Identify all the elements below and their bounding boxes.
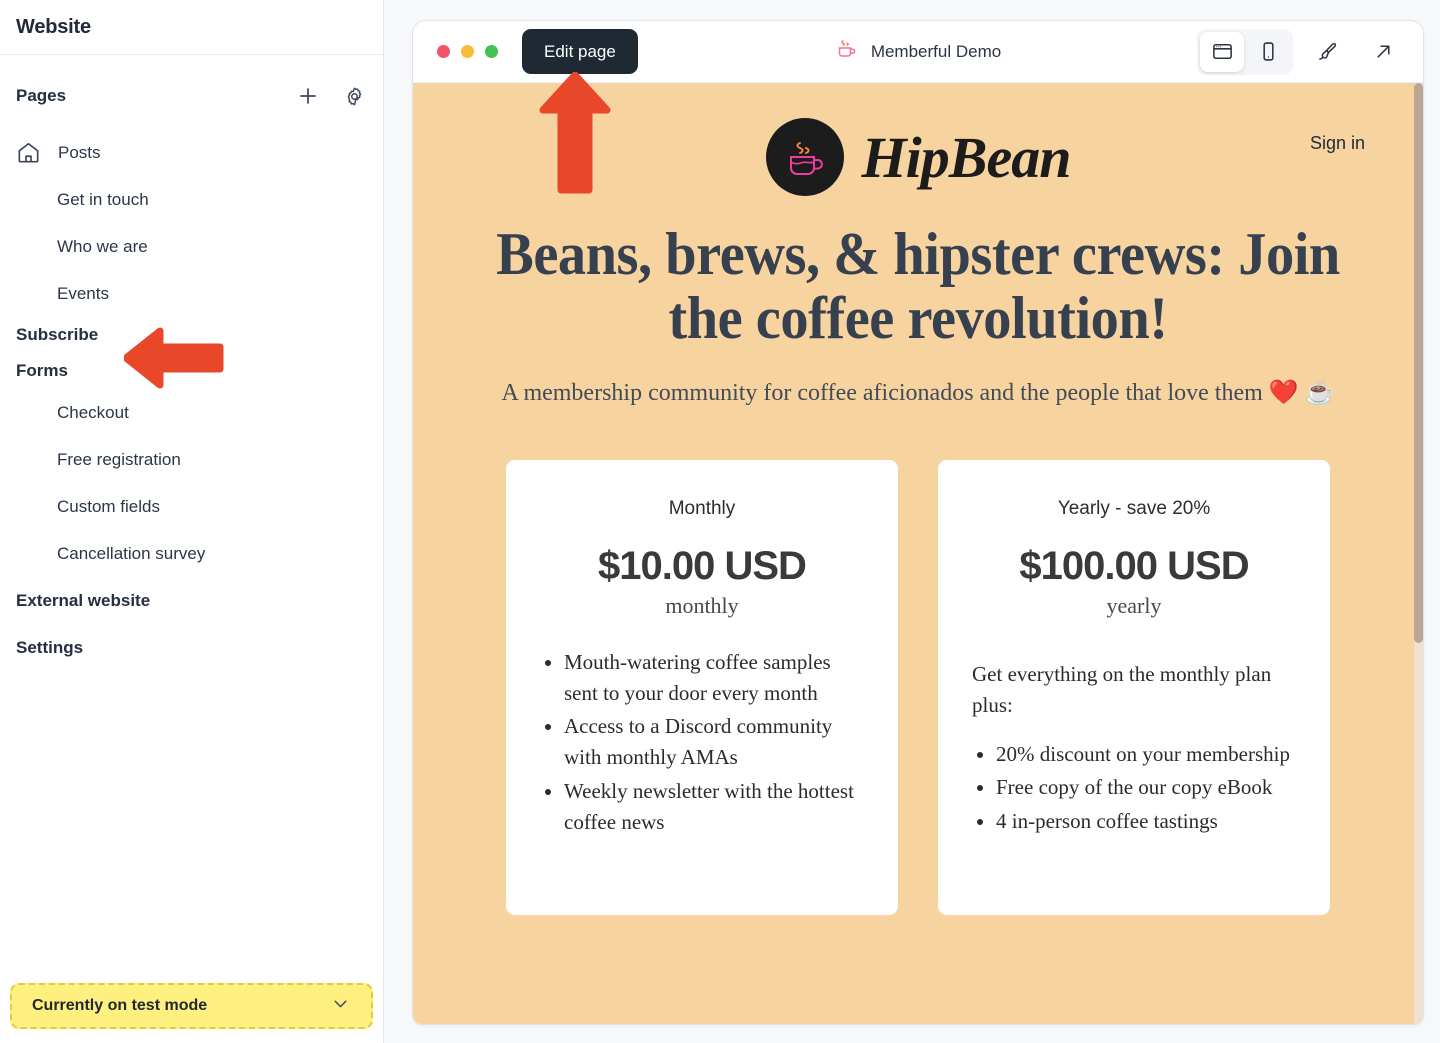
gear-icon[interactable] — [341, 83, 367, 109]
site-logo[interactable]: HipBean — [765, 118, 1072, 196]
sidebar-item-posts[interactable]: Posts — [0, 129, 383, 176]
list-item: Access to a Discord community with month… — [564, 711, 864, 773]
maximize-window-icon[interactable] — [485, 45, 498, 58]
plan-card-monthly[interactable]: Monthly $10.00 USD monthly Mouth-waterin… — [506, 460, 898, 916]
sidebar-item-custom-fields[interactable]: Custom fields — [0, 483, 383, 530]
sidebar-item-checkout[interactable]: Checkout — [0, 389, 383, 436]
plan-period: monthly — [665, 593, 739, 619]
plan-intro: Get everything on the monthly plan plus: — [972, 662, 1272, 718]
mobile-view-button[interactable] — [1246, 32, 1290, 72]
brand-name: HipBean — [861, 124, 1072, 190]
hero-heading: Beans, brews, & hipster crews: Join the … — [496, 221, 1340, 351]
plan-features: 20% discount on your membership Free cop… — [972, 739, 1296, 836]
site-header: HipBean Sign in — [413, 83, 1423, 205]
browser-toolbar: Edit page Memberful Demo — [413, 21, 1423, 83]
sidebar-item-events[interactable]: Events — [0, 270, 383, 317]
plan-name: Yearly - save 20% — [1057, 498, 1211, 520]
plan-price: $100.00 USD — [1019, 544, 1249, 589]
pages-label: Pages — [16, 86, 67, 105]
home-icon — [16, 140, 44, 165]
view-toolbar — [1197, 28, 1423, 75]
minimize-window-icon[interactable] — [461, 45, 474, 58]
list-item: 4 in-person coffee tastings — [996, 806, 1296, 837]
sidebar-item-forms[interactable]: Forms — [0, 353, 383, 389]
hero-subheading: A membership community for coffee aficio… — [501, 380, 1335, 407]
app-root: Website Pages Posts Get in touch Who we … — [0, 0, 1440, 1043]
sidebar-item-label: External website — [16, 590, 151, 610]
list-item: Free copy of the our copy eBook — [996, 772, 1296, 803]
sidebar-item-label: Who we are — [57, 236, 148, 256]
chevron-down-icon[interactable] — [330, 993, 351, 1019]
plan-price: $10.00 USD — [598, 544, 807, 589]
page-title: Website — [16, 15, 91, 38]
desktop-view-button[interactable] — [1200, 31, 1244, 72]
sidebar-item-free-registration[interactable]: Free registration — [0, 436, 383, 483]
sidebar-item-subscribe[interactable]: Subscribe — [0, 317, 383, 353]
sidebar-item-get-in-touch[interactable]: Get in touch — [0, 176, 383, 223]
sidebar-item-who-we-are[interactable]: Who we are — [0, 223, 383, 270]
sidebar-item-label: Posts — [58, 142, 101, 162]
hero-section: Beans, brews, & hipster crews: Join the … — [413, 205, 1423, 407]
preview-area: Edit page Memberful Demo HipBean Sign in… — [384, 0, 1440, 1043]
plan-period: yearly — [1106, 593, 1162, 619]
plus-icon[interactable] — [295, 83, 321, 109]
sidebar-item-external-website[interactable]: External website — [0, 577, 383, 624]
pages-nav: Posts Get in touch Who we are Events Sub… — [0, 129, 383, 671]
sidebar-item-label: Custom fields — [57, 496, 160, 516]
list-item: Mouth-watering coffee samples sent to yo… — [564, 647, 864, 709]
sidebar-item-label: Free registration — [57, 449, 181, 469]
scrollbar-thumb[interactable] — [1414, 83, 1423, 643]
coffee-cup-icon — [835, 37, 859, 66]
traffic-lights — [413, 45, 498, 58]
list-item: Weekly newsletter with the hottest coffe… — [564, 776, 864, 838]
site-title-label: Memberful Demo — [870, 41, 1002, 61]
sidebar-item-label: Cancellation survey — [57, 543, 206, 563]
theme-brush-icon[interactable] — [1305, 32, 1349, 72]
test-mode-label: Currently on test mode — [32, 997, 208, 1014]
open-external-icon[interactable] — [1361, 32, 1405, 72]
preview-scrollbar[interactable] — [1414, 83, 1423, 1024]
sidebar-item-label: Checkout — [57, 402, 129, 422]
sidebar-item-label: Settings — [16, 637, 84, 657]
plan-card-yearly[interactable]: Yearly - save 20% $100.00 USD yearly Get… — [938, 460, 1330, 916]
sidebar-item-label: Subscribe — [16, 325, 99, 344]
list-item: 20% discount on your membership — [996, 739, 1296, 770]
test-mode-banner[interactable]: Currently on test mode — [10, 983, 373, 1029]
sidebar-item-cancellation-survey[interactable]: Cancellation survey — [0, 530, 383, 577]
sidebar-item-label: Get in touch — [57, 189, 149, 209]
site-preview: HipBean Sign in Beans, brews, & hipster … — [413, 83, 1423, 1024]
sign-in-link[interactable]: Sign in — [1310, 133, 1365, 154]
sidebar-item-label: Forms — [16, 361, 68, 380]
edit-page-button[interactable]: Edit page — [522, 29, 638, 74]
sidebar-item-settings[interactable]: Settings — [0, 624, 383, 671]
plan-features: Mouth-watering coffee samples sent to yo… — [540, 647, 864, 837]
pages-section-header: Pages — [0, 83, 383, 109]
sidebar-header: Website — [0, 0, 383, 55]
pricing-plans: Monthly $10.00 USD monthly Mouth-waterin… — [413, 460, 1423, 916]
browser-frame: Edit page Memberful Demo HipBean Sign in… — [412, 20, 1424, 1025]
close-window-icon[interactable] — [437, 45, 450, 58]
sidebar-item-label: Events — [57, 283, 109, 303]
plan-name: Monthly — [668, 498, 736, 520]
sidebar: Website Pages Posts Get in touch Who we … — [0, 0, 384, 1043]
coffee-cup-logo-icon — [765, 118, 844, 196]
